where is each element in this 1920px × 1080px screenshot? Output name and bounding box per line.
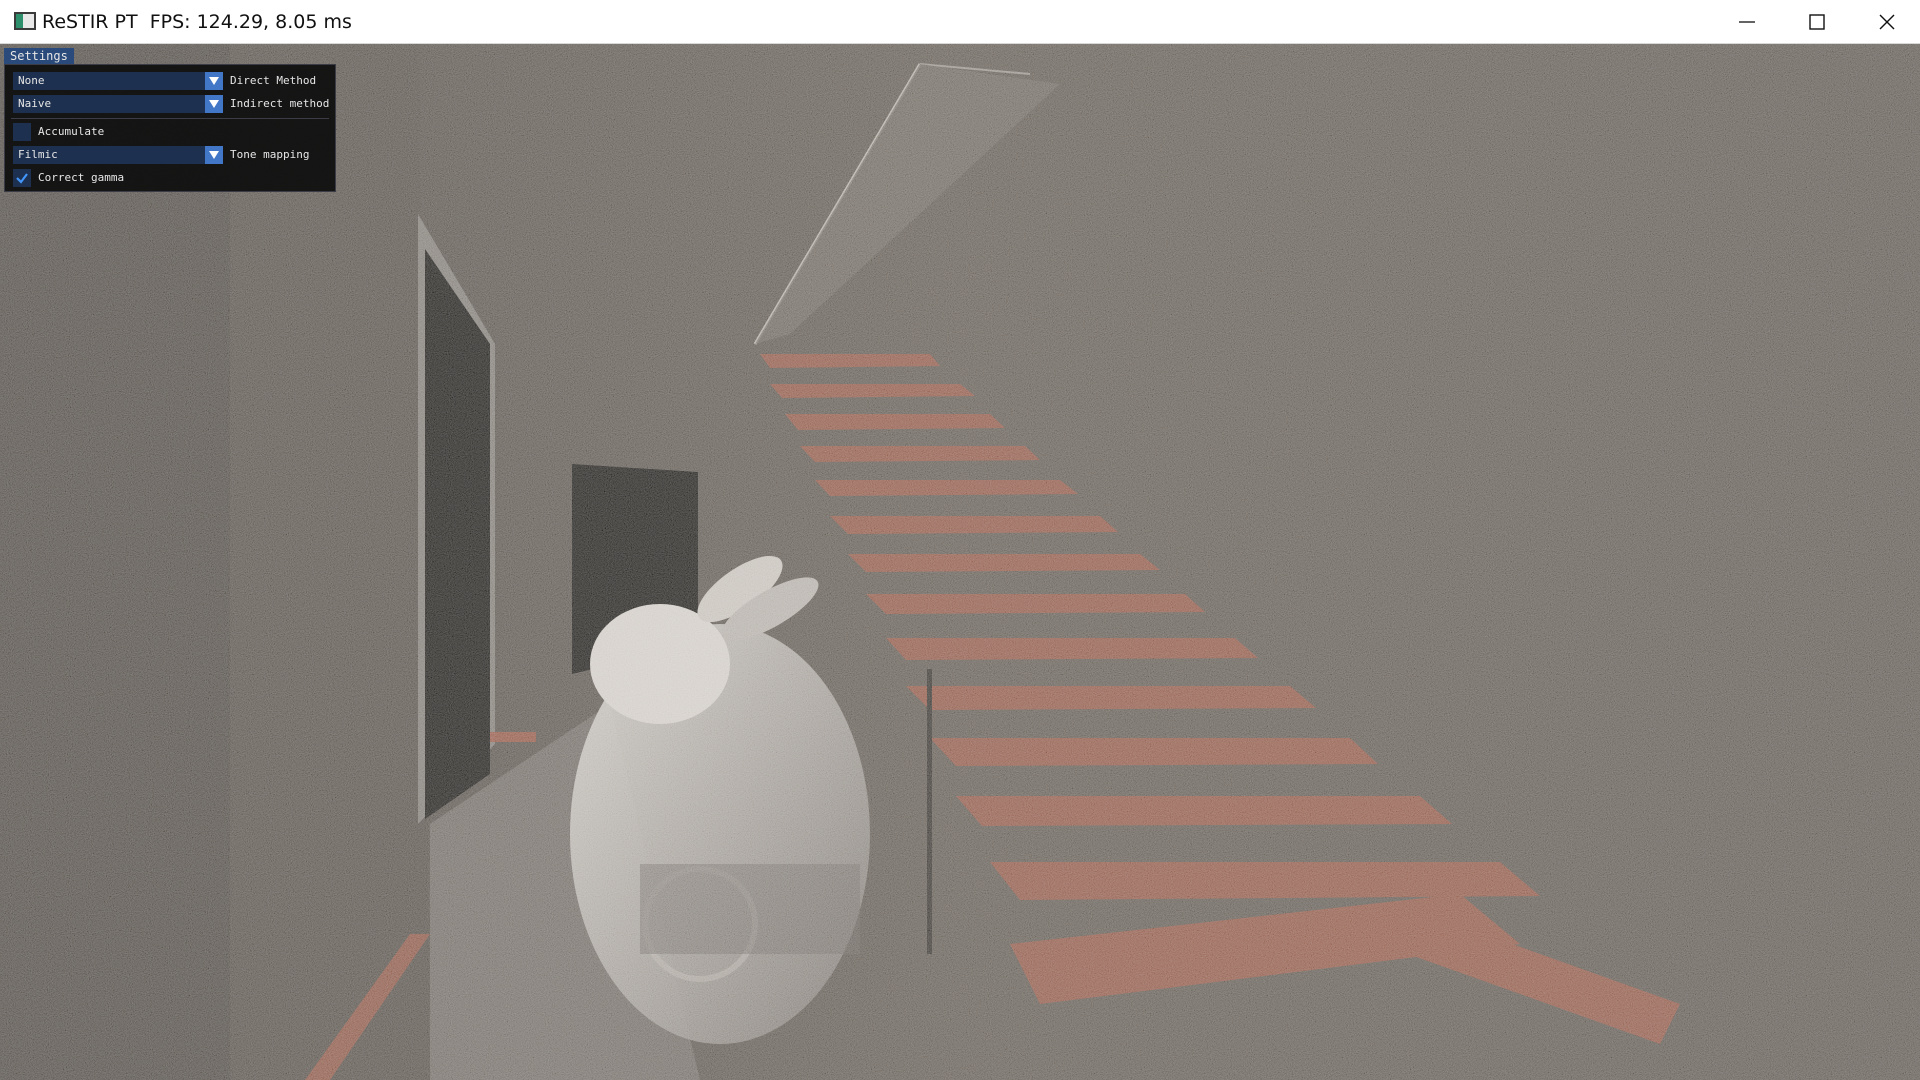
close-icon [1879, 14, 1895, 30]
settings-window-tab[interactable]: Settings [4, 48, 74, 64]
maximize-button[interactable] [1782, 0, 1852, 44]
close-button[interactable] [1852, 0, 1920, 44]
checkmark-icon [16, 173, 28, 184]
combo-arrow-button[interactable] [205, 95, 223, 113]
chevron-down-icon [209, 100, 219, 108]
indirect-method-combo[interactable]: Naive [13, 95, 223, 113]
separator [11, 118, 329, 119]
direct-method-combo[interactable]: None [13, 72, 223, 90]
indirect-method-value: Naive [18, 97, 52, 110]
accumulate-checkbox[interactable] [13, 123, 31, 141]
indirect-method-label: Indirect method [230, 97, 330, 110]
title-bar: ReSTIR PT FPS: 124.29, 8.05 ms [0, 0, 1920, 44]
maximize-icon [1809, 14, 1825, 30]
render-viewport[interactable] [0, 44, 1920, 1080]
direct-method-label: Direct Method [230, 74, 317, 87]
combo-arrow-button[interactable] [205, 72, 223, 90]
tone-mapping-label: Tone mapping [230, 148, 310, 161]
tone-mapping-combo[interactable]: Filmic [13, 146, 223, 164]
minimize-button[interactable] [1712, 0, 1782, 44]
correct-gamma-label: Correct gamma [38, 171, 125, 184]
chevron-down-icon [209, 151, 219, 159]
path-traced-scene [0, 44, 1920, 1080]
accumulate-label: Accumulate [38, 125, 105, 138]
app-window-icon [14, 12, 36, 30]
tone-mapping-value: Filmic [18, 148, 58, 161]
combo-arrow-button[interactable] [205, 146, 223, 164]
direct-method-value: None [18, 74, 45, 87]
correct-gamma-checkbox[interactable] [13, 169, 31, 187]
chevron-down-icon [209, 77, 219, 85]
minimize-icon [1739, 21, 1755, 23]
window-title: ReSTIR PT FPS: 124.29, 8.05 ms [42, 11, 352, 33]
settings-window: None Direct Method Naive Indirect method… [4, 64, 336, 192]
